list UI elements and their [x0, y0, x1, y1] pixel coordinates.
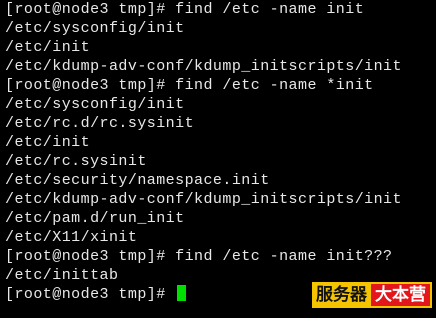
- terminal-line: [root@node3 tmp]# find /etc -name init??…: [5, 248, 393, 265]
- terminal-line: /etc/sysconfig/init: [5, 20, 185, 37]
- terminal-line: /etc/rc.d/rc.sysinit: [5, 115, 195, 132]
- terminal-line: /etc/pam.d/run_init: [5, 210, 185, 227]
- terminal-line: /etc/X11/xinit: [5, 229, 138, 246]
- watermark-part1: 服务器: [312, 282, 371, 308]
- terminal-line: /etc/security/namespace.init: [5, 172, 270, 189]
- terminal-line: /etc/kdump-adv-conf/kdump_initscripts/in…: [5, 58, 402, 75]
- terminal-line: /etc/init: [5, 39, 91, 56]
- terminal-line: [root@node3 tmp]# find /etc -name init: [5, 1, 365, 18]
- terminal-line: /etc/sysconfig/init: [5, 96, 185, 113]
- terminal-line: /etc/init: [5, 134, 91, 151]
- watermark-part2: 大本营: [371, 282, 432, 308]
- terminal-line: /etc/kdump-adv-conf/kdump_initscripts/in…: [5, 191, 402, 208]
- terminal-window[interactable]: [root@node3 tmp]# find /etc -name init /…: [0, 0, 436, 318]
- terminal-line: [root@node3 tmp]# find /etc -name *init: [5, 77, 374, 94]
- terminal-line: /etc/rc.sysinit: [5, 153, 147, 170]
- watermark-logo: 服务器 大本营: [312, 282, 432, 308]
- terminal-cursor: [177, 285, 187, 301]
- terminal-prompt: [root@node3 tmp]#: [5, 286, 176, 303]
